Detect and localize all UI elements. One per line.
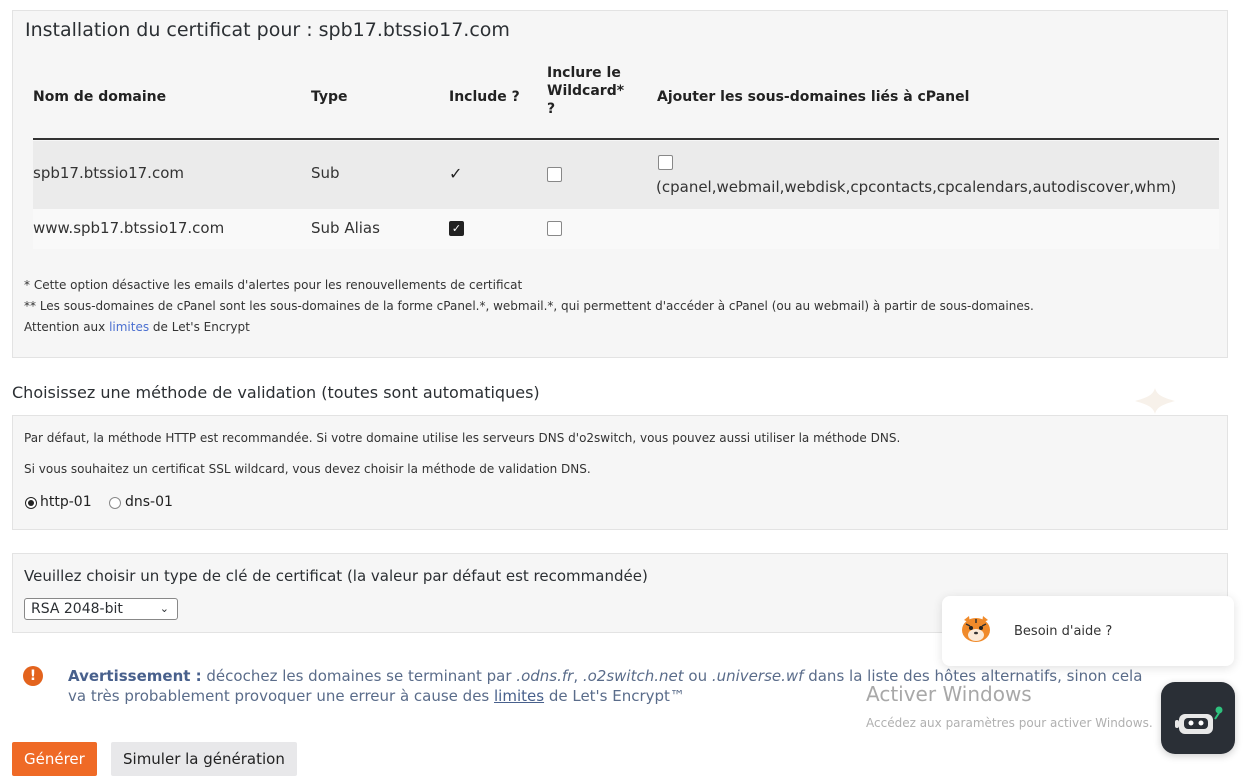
exclamation-icon: ! [23,666,43,686]
tiger-mascot-icon [962,616,990,642]
header-divider [33,138,1219,140]
validation-panel: Par défaut, la méthode HTTP est recomman… [12,415,1228,530]
chatbot-button[interactable] [1161,682,1235,754]
row-type: Sub Alias [311,219,380,237]
col-wildcard-line1: Inclure le [547,65,621,81]
keytype-selected: RSA 2048-bit [31,601,123,617]
help-popup[interactable]: Besoin d'aide ? [942,596,1234,666]
table-row: www.spb17.btssio17.com Sub Alias ✓ [33,209,1219,249]
windows-activation-subtitle: Accédez aux paramètres pour activer Wind… [866,716,1153,730]
table-row: spb17.btssio17.com Sub ✓ (cpanel,webmail… [33,141,1219,209]
simulate-button[interactable]: Simuler la génération [111,742,297,776]
note-cpanel: ** Les sous-domaines de cPanel sont les … [24,299,1034,313]
wildcard-checkbox[interactable] [547,221,562,236]
note-wildcard: * Cette option désactive les emails d'al… [24,278,523,292]
certificate-panel: Installation du certificat pour : spb17.… [12,10,1228,358]
chevron-down-icon: ⌄ [159,602,169,615]
limits-link[interactable]: limites [109,320,149,334]
warning-part: , [573,667,583,685]
col-type: Type [311,89,348,105]
col-wildcard-line3: ? [547,101,556,117]
cpanel-subdomains-list: (cpanel,webmail,webdisk,cpcontacts,cpcal… [656,178,1177,196]
col-include: Include ? [449,89,520,105]
warning-part: de Let's Encrypt™ [544,687,685,705]
col-wildcard-line2: Wildcard* [547,83,625,99]
domain-o2switch: .o2switch.net [582,667,684,685]
radio-dns01[interactable] [109,497,121,509]
note-limits: Attention aux limites de Let's Encrypt [24,320,250,334]
include-check-icon: ✓ [449,164,463,183]
include-checkbox[interactable]: ✓ [449,221,464,236]
row-type: Sub [311,164,340,182]
limits-link[interactable]: limites [494,687,544,705]
radio-dns01-label[interactable]: dns-01 [125,494,173,510]
radio-http01-label[interactable]: http-01 [40,494,92,510]
help-text: Besoin d'aide ? [1014,624,1113,639]
panel-title: Installation du certificat pour : spb17.… [25,19,510,41]
cpanel-subdomains-checkbox[interactable] [658,155,673,170]
validation-heading: Choisissez une méthode de validation (to… [12,383,540,402]
row-domain: spb17.btssio17.com [33,164,184,182]
col-wildcard: Inclure le Wildcard* ? [547,64,624,118]
warning-part: décochez les domaines se terminant par [201,667,517,685]
validation-wildcard-info: Si vous souhaitez un certificat SSL wild… [24,462,591,476]
keytype-label: Veuillez choisir un type de clé de certi… [24,567,648,585]
wildcard-checkbox[interactable] [547,167,562,182]
warning-title: Avertissement : [68,667,202,685]
domain-universe: .universe.wf [711,667,804,685]
col-domain: Nom de domaine [33,89,167,105]
windows-activation-title: Activer Windows [866,682,1032,706]
radio-http01[interactable] [25,497,37,509]
col-subdomains: Ajouter les sous-domaines liés à cPanel [657,89,970,105]
validation-info: Par défaut, la méthode HTTP est recomman… [24,431,901,445]
warning-part: ou [683,667,712,685]
generate-button[interactable]: Générer [12,742,97,776]
row-domain: www.spb17.btssio17.com [33,219,225,237]
decorative-shape-icon [1135,388,1175,414]
robot-icon [1175,706,1223,734]
keytype-select[interactable]: RSA 2048-bit ⌄ [24,598,178,620]
note-limits-post: de Let's Encrypt [149,320,250,334]
note-limits-pre: Attention aux [24,320,110,334]
domain-odns: .odns.fr [516,667,574,685]
